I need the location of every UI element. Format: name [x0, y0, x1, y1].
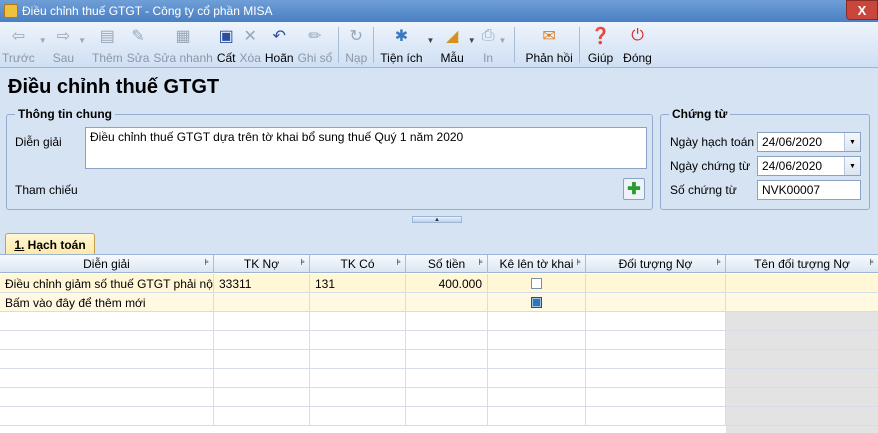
toolbar-separator	[578, 27, 580, 63]
add-button[interactable]: ▤ Thêm	[92, 22, 123, 68]
pin-icon[interactable]: ⊧	[396, 257, 401, 268]
column-header-declare[interactable]: Kê lên tờ khai ⊧	[488, 255, 586, 273]
chevron-down-icon[interactable]: ▼	[844, 133, 860, 151]
voucher-date-label: Ngày chứng từ	[670, 159, 751, 173]
posting-date-label: Ngày hạch toán	[670, 135, 755, 149]
posting-date-field[interactable]: 24/06/2020 ▼	[757, 132, 861, 152]
power-icon: ⏻	[631, 27, 644, 44]
voucher-group: Chứng từ Ngày hạch toán 24/06/2020 ▼ Ngà…	[660, 107, 870, 210]
page-title: Điều chỉnh thuế GTGT	[8, 76, 220, 98]
declare-checkbox[interactable]	[531, 297, 542, 308]
pin-icon[interactable]: ⊧	[869, 257, 874, 268]
utilities-button[interactable]: ✱ Tiện ích	[380, 22, 422, 68]
collapse-handle[interactable]: ▲	[412, 216, 462, 223]
voucher-date-field[interactable]: 24/06/2020 ▼	[757, 156, 861, 176]
declare-checkbox[interactable]	[531, 278, 542, 289]
empty-row[interactable]	[0, 388, 878, 407]
voucher-number-field[interactable]: NVK00007	[757, 180, 861, 200]
general-info-legend: Thông tin chung	[15, 107, 115, 121]
column-header-debit-object-name[interactable]: Tên đối tượng Nợ ⊧	[726, 255, 878, 273]
save-button[interactable]: ▣ Cất	[217, 22, 236, 68]
template-icon: ◢	[445, 28, 459, 45]
voucher-number-label: Số chứng từ	[670, 183, 737, 197]
add-reference-button[interactable]: ✚	[623, 178, 645, 200]
pin-icon[interactable]: ⊧	[716, 257, 721, 268]
tab-accounting[interactable]: 1. Hạch toán	[5, 233, 95, 255]
voucher-legend: Chứng từ	[669, 107, 731, 121]
undo-button[interactable]: ↶ Hoãn	[265, 22, 294, 68]
help-button[interactable]: ❓ Giúp	[588, 22, 613, 68]
load-icon: ↻	[349, 28, 363, 45]
plus-icon: ✚	[627, 181, 641, 198]
chevron-up-icon: ▲	[434, 216, 440, 223]
template-button[interactable]: ◢ Mẫu	[440, 22, 463, 68]
description-input[interactable]: Điều chỉnh thuế GTGT dựa trên tờ khai bổ…	[85, 127, 647, 169]
document-edit-icon: ✎	[131, 28, 145, 45]
help-icon: ❓	[590, 28, 611, 45]
empty-row[interactable]	[0, 331, 878, 350]
pin-icon[interactable]: ⊧	[300, 257, 305, 268]
general-info-group: Thông tin chung Diễn giải Điều chỉnh thu…	[6, 107, 653, 210]
quick-edit-icon: ▦	[175, 28, 191, 45]
printer-icon: ⎙	[481, 27, 495, 44]
description-label: Diễn giải	[15, 135, 62, 149]
delete-icon: ✕	[243, 28, 257, 45]
feedback-button[interactable]: ✉ Phản hồi	[525, 22, 572, 68]
edit-button[interactable]: ✎ Sửa	[127, 22, 150, 68]
grid-header: Diễn giải ⊧ TK Nợ ⊧ TK Có ⊧ Số tiền ⊧ Kê lên…	[0, 255, 878, 273]
back-dropdown-icon[interactable]: ▼	[39, 36, 47, 45]
template-dropdown-icon[interactable]: ▼	[468, 36, 476, 45]
tools-icon: ✱	[394, 28, 409, 45]
utilities-dropdown-icon[interactable]: ▼	[427, 36, 435, 45]
toolbar-separator	[373, 27, 375, 63]
delete-button[interactable]: ✕ Xóa	[240, 22, 261, 68]
toolbar: ⇦ Trước ▼ ⇨ Sau ▼ ▤ Thêm ✎ Sửa ▦ Sửa nha…	[0, 22, 878, 68]
print-dropdown-icon[interactable]: ▼	[499, 36, 507, 45]
floppy-disk-icon: ▣	[218, 28, 234, 45]
next-button[interactable]: ⇨ Sau	[53, 22, 74, 68]
accounting-grid: Diễn giải ⊧ TK Nợ ⊧ TK Có ⊧ Số tiền ⊧ Kê lên…	[0, 254, 878, 433]
table-row[interactable]: Điều chỉnh giảm số thuế GTGT phải nộ 333…	[0, 274, 878, 293]
post-button[interactable]: ✏ Ghi sổ	[298, 22, 333, 68]
toolbar-separator	[338, 27, 340, 63]
load-button[interactable]: ↻ Nạp	[345, 22, 367, 68]
envelope-icon: ✉	[542, 28, 556, 45]
empty-row[interactable]	[0, 350, 878, 369]
empty-row[interactable]	[0, 407, 878, 426]
column-header-debit-account[interactable]: TK Nợ ⊧	[214, 255, 310, 273]
pencil-icon: ✏	[308, 28, 322, 45]
window-title: Điều chỉnh thuế GTGT - Công ty cổ phần M…	[22, 4, 273, 18]
app-icon	[4, 4, 18, 18]
next-dropdown-icon[interactable]: ▼	[78, 36, 86, 45]
back-button[interactable]: ⇦ Trước	[2, 22, 35, 68]
pin-icon[interactable]: ⊧	[204, 257, 209, 268]
chevron-down-icon[interactable]: ▼	[844, 157, 860, 175]
print-button[interactable]: ⎙ In	[482, 22, 495, 68]
arrow-right-icon: ⇨	[56, 28, 71, 45]
toolbar-separator	[514, 27, 516, 63]
column-header-debit-object[interactable]: Đối tượng Nợ ⊧	[586, 255, 726, 273]
close-button[interactable]: ⏻ Đóng	[623, 22, 652, 68]
document-add-icon: ▤	[99, 28, 115, 45]
undo-icon: ↶	[272, 28, 286, 45]
title-bar: Điều chỉnh thuế GTGT - Công ty cổ phần M…	[0, 0, 878, 22]
column-header-amount[interactable]: Số tiền ⊧	[406, 255, 488, 273]
empty-row[interactable]	[0, 369, 878, 388]
column-header-credit-account[interactable]: TK Có ⊧	[310, 255, 406, 273]
column-header-description[interactable]: Diễn giải ⊧	[0, 255, 214, 273]
add-new-row[interactable]: Bấm vào đây để thêm mới	[0, 293, 878, 312]
pin-icon[interactable]: ⊧	[576, 257, 581, 268]
pin-icon[interactable]: ⊧	[478, 257, 483, 268]
quick-edit-button[interactable]: ▦ Sửa nhanh	[153, 22, 212, 68]
reference-label: Tham chiếu	[15, 183, 78, 197]
empty-row[interactable]	[0, 312, 878, 331]
window-close-button[interactable]: X	[846, 0, 878, 20]
arrow-left-icon: ⇦	[11, 28, 26, 45]
